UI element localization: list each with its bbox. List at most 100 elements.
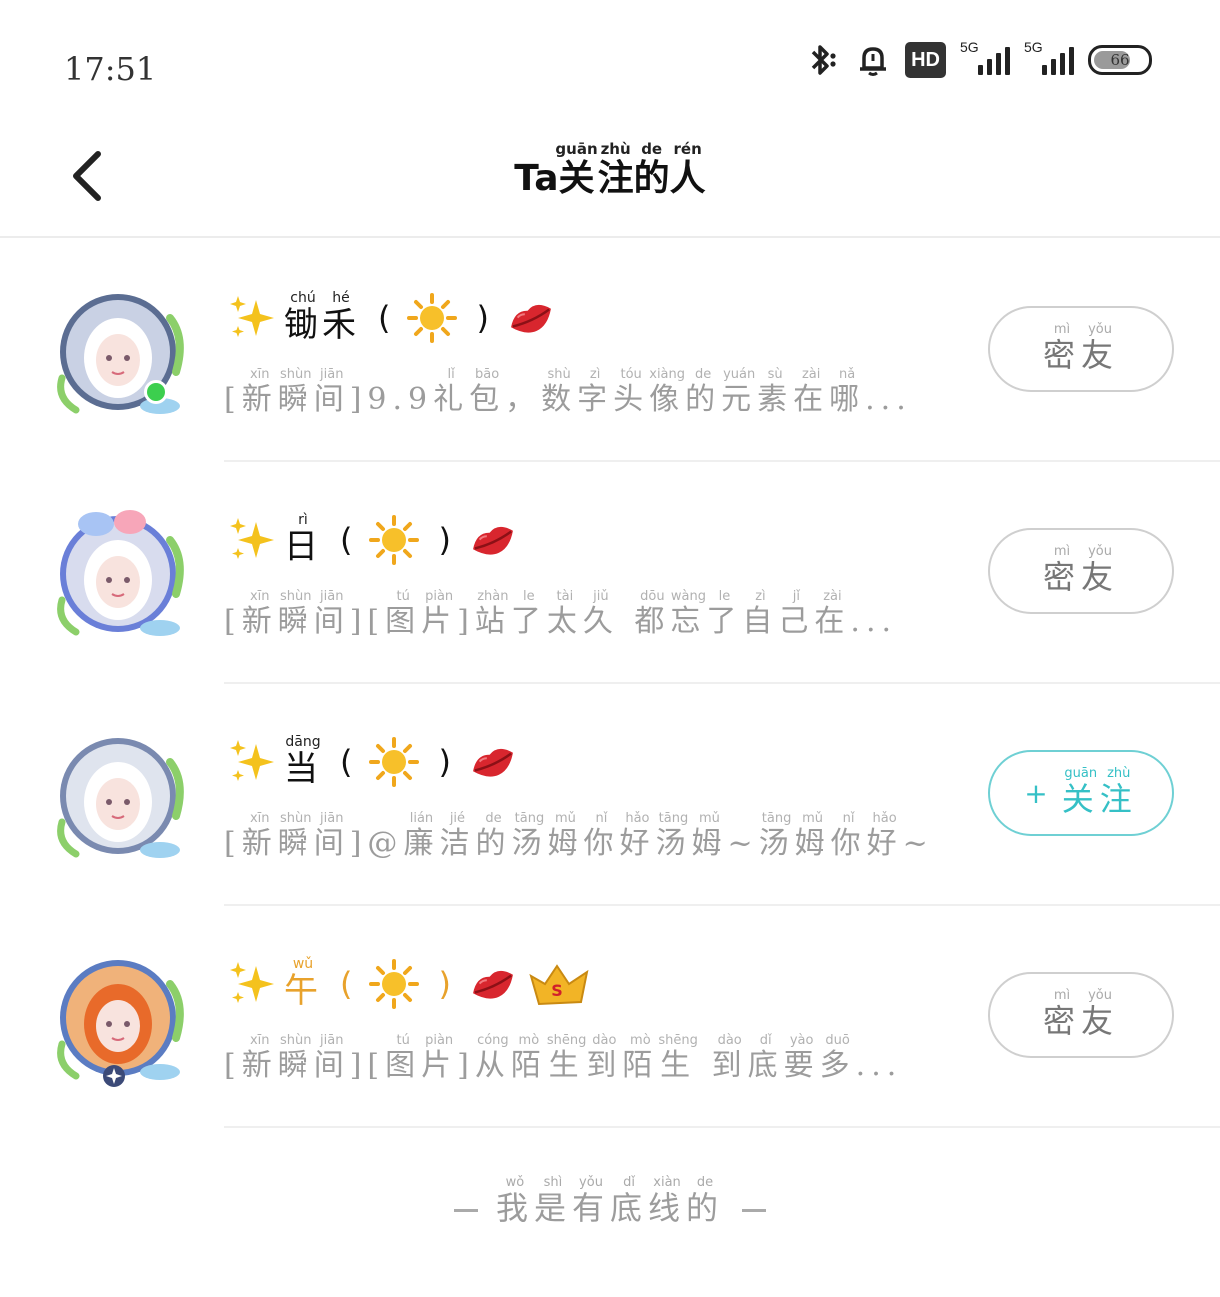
preview-char-punct: [ (224, 826, 242, 861)
paren-open: ( (340, 521, 357, 559)
preview-char: 新xīn (241, 1033, 278, 1083)
preview-char: 从cóng (474, 1033, 511, 1083)
preview-char: 姆mǔ (794, 811, 831, 861)
signal-2-label: 5G (1024, 39, 1043, 55)
preview-char-punct: ~ (902, 826, 934, 861)
preview-char-punct: ... (855, 1048, 903, 1083)
preview-char: 陌mò (510, 1033, 547, 1083)
lips-icon (505, 292, 557, 344)
preview-char: 像xiàng (649, 367, 686, 417)
alarm-icon (855, 42, 891, 78)
follow-button[interactable]: + 关guān 注zhù (988, 750, 1174, 836)
preview-char-punct: ] (457, 604, 475, 639)
preview-char: 间jiān (313, 589, 350, 639)
user-name-char: 锄chú (284, 289, 322, 345)
plus-icon: + (1024, 776, 1054, 810)
lips-icon (467, 736, 519, 788)
user-name-char: 禾hé (322, 289, 360, 345)
user-name-text: 当dāng (284, 734, 322, 790)
sun-icon (406, 292, 458, 344)
post-preview: [新xīn瞬shùn间jiān][图tú片piàn]从cóng陌mò生shēng… (224, 1033, 903, 1084)
action-label-char: 密mì (1042, 987, 1081, 1040)
sparkles-icon (226, 736, 278, 788)
user-name-char: 午wǔ (284, 955, 322, 1011)
preview-char: 的de (685, 367, 722, 417)
preview-char: 包bāo (469, 367, 506, 417)
preview-char-punct: ... (850, 604, 898, 639)
footer-dash-right (742, 1209, 767, 1212)
preview-char: 久jiǔ (582, 589, 619, 639)
post-preview: [新xīn瞬shùn间jiān]9.9礼lǐ包bāo，数shù字zì头tóu像x… (224, 367, 912, 418)
preview-char: 哪nǎ (829, 367, 866, 417)
close-friend-button[interactable]: 密mì 友yǒu (988, 306, 1174, 392)
status-bar: 17:51 HD 5G 5G 66 (0, 0, 1220, 120)
action-label-char: 关guān (1061, 765, 1100, 818)
preview-char: 你nǐ (583, 811, 620, 861)
paren-open: ( (340, 743, 357, 781)
preview-char: 好hǎo (866, 811, 903, 861)
preview-char-punct: ... (865, 382, 912, 417)
avatar[interactable] (52, 288, 192, 422)
preview-char: 底dǐ (747, 1033, 784, 1083)
preview-char: 生shēng (658, 1033, 698, 1083)
preview-char: 姆mǔ (547, 811, 584, 861)
user-row-2[interactable]: 日rì() [新xīn瞬shùn间jiān][图tú片piàn]站zhàn了le… (0, 462, 1220, 684)
user-row-4[interactable]: 午wǔ() S [新xīn瞬shùn间jiān][图tú片piàn]从cóng陌m… (0, 906, 1220, 1128)
list-end-footer: 我wǒ是shì有yǒu底dǐ线xiàn的de (0, 1175, 1220, 1229)
paren-close: ) (438, 743, 455, 781)
preview-char: 汤tāng (655, 811, 692, 861)
preview-char: 自zì (742, 589, 779, 639)
preview-char: 新xīn (241, 589, 278, 639)
action-label-char: 密mì (1042, 321, 1081, 374)
preview-char: 都dōu (634, 589, 671, 639)
paren-close: ) (438, 521, 455, 559)
preview-char-punct: ]9.9 (349, 382, 434, 417)
lips-icon (467, 958, 519, 1010)
paren-open: ( (340, 965, 357, 1003)
preview-char-punct: ]@ (349, 826, 404, 861)
user-row-1[interactable]: 锄chú禾hé () [新xīn瞬shùn间jiān]9.9礼lǐ包bāo，数sh… (0, 240, 1220, 462)
paren-open: ( (378, 299, 395, 337)
user-name-text: 午wǔ (284, 955, 322, 1012)
preview-char: 图tú (385, 589, 422, 639)
page-title-char: 人rén (669, 140, 706, 199)
sparkles-icon (226, 292, 278, 344)
preview-char: 素sù (757, 367, 794, 417)
preview-char: 汤tāng (511, 811, 548, 861)
preview-char: 片piàn (421, 589, 458, 639)
svg-text:S: S (551, 981, 567, 1000)
avatar[interactable] (52, 732, 192, 866)
lips-icon (467, 514, 519, 566)
preview-char-punct: [ (224, 604, 242, 639)
preview-char: 了le (510, 589, 547, 639)
sun-icon (368, 736, 420, 788)
footer-char: 我wǒ (495, 1175, 534, 1227)
preview-char: 汤tāng (758, 811, 795, 861)
preview-char: 间jiān (313, 1033, 350, 1083)
preview-char: 瞬shùn (277, 811, 314, 861)
preview-char: 字zì (577, 367, 614, 417)
user-name-text: 锄chú禾hé (284, 289, 360, 346)
preview-char-punct: ][ (349, 604, 386, 639)
preview-char: 多duō (819, 1033, 856, 1083)
paren-close: ) (438, 965, 455, 1003)
footer-dash-left (453, 1209, 478, 1212)
page-title-char: 关guān (555, 140, 598, 199)
preview-char: 站zhàn (474, 589, 511, 639)
close-friend-button[interactable]: 密mì 友yǒu (988, 972, 1174, 1058)
preview-char-punct: ][ (349, 1048, 386, 1083)
status-icons: HD 5G 5G 66 (805, 39, 1152, 78)
signal-icon: 5G (960, 39, 1010, 75)
close-friend-button[interactable]: 密mì 友yǒu (988, 528, 1174, 614)
avatar[interactable] (52, 510, 192, 644)
user-row-3[interactable]: 当dāng() [新xīn瞬shùn间jiān]@廉lián洁jié的de汤tā… (0, 684, 1220, 906)
preview-char: 元yuán (721, 367, 758, 417)
preview-char-punct (696, 1048, 712, 1083)
preview-char: 你nǐ (830, 811, 867, 861)
preview-char: 的de (475, 811, 512, 861)
footer-char: 底dǐ (610, 1175, 649, 1227)
preview-char: 头tóu (613, 367, 650, 417)
page-header: Ta关guān注zhù的de人rén (0, 120, 1220, 238)
crown-icon: S (525, 958, 597, 1010)
avatar[interactable] (52, 954, 192, 1088)
